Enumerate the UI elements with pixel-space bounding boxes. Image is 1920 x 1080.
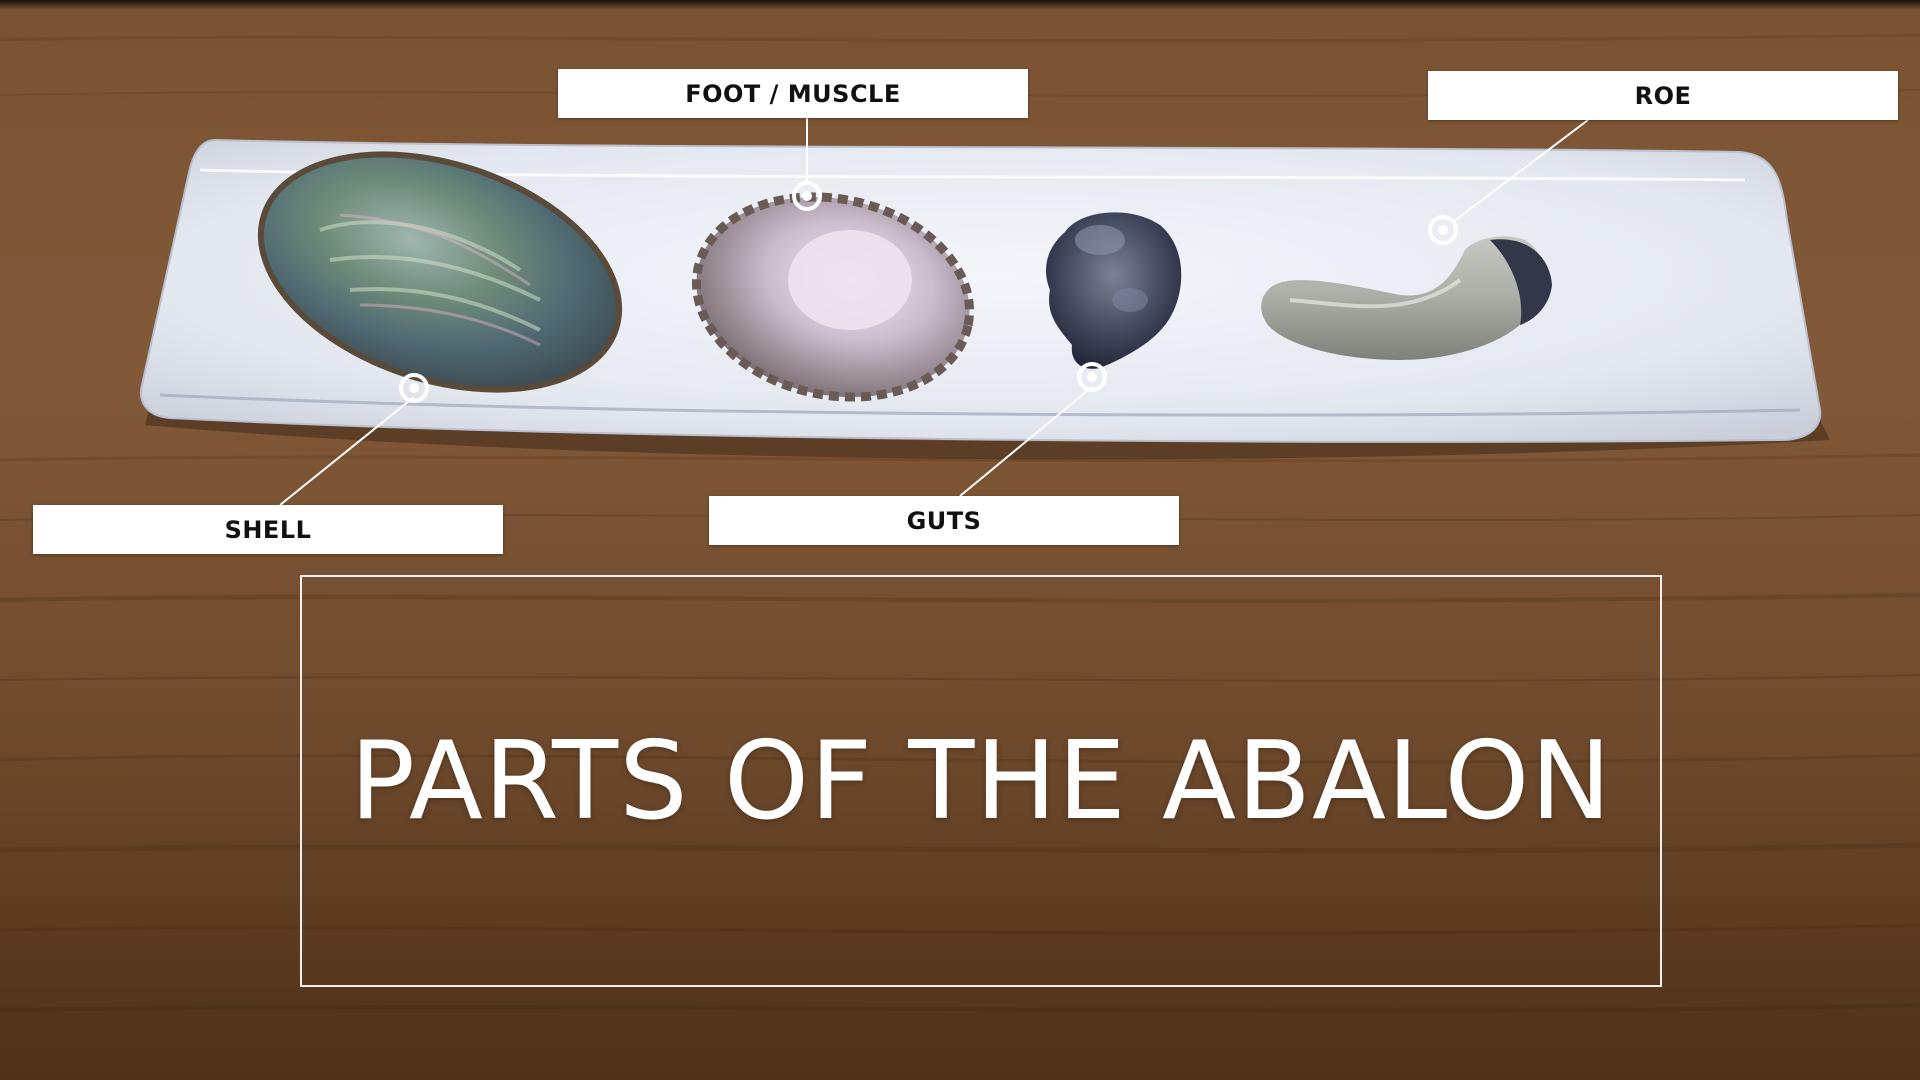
guts-label-text: GUTS <box>906 506 982 535</box>
guts-label: GUTS <box>709 496 1179 545</box>
foot-muscle-label-text: FOOT / MUSCLE <box>685 79 901 108</box>
page-title: PARTS OF THE ABALON <box>349 718 1613 844</box>
title-frame: PARTS OF THE ABALON <box>300 575 1662 987</box>
foot-muscle-label: FOOT / MUSCLE <box>558 69 1028 118</box>
roe-label-text: ROE <box>1634 81 1692 110</box>
shell-label-text: SHELL <box>224 515 312 544</box>
shell-label: SHELL <box>33 505 503 554</box>
roe-label: ROE <box>1428 71 1898 120</box>
